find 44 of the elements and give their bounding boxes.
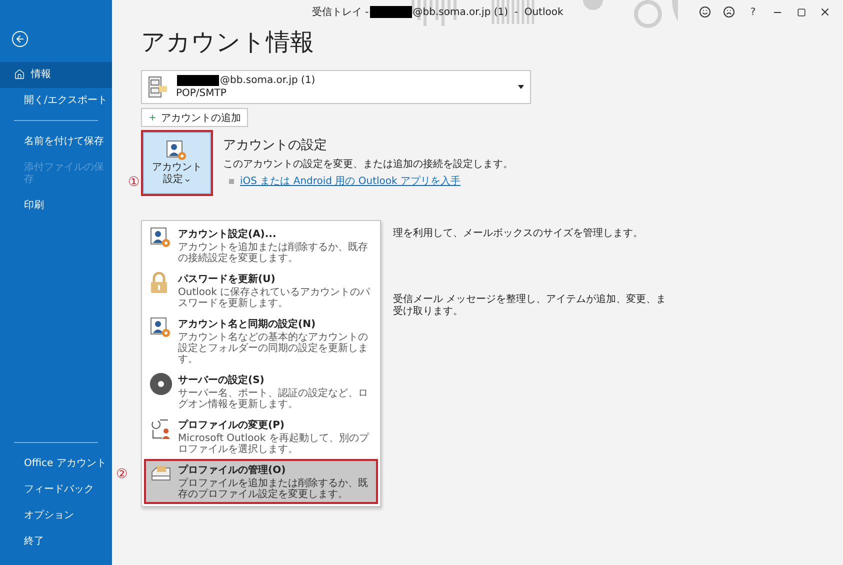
description-text: 理を利用して、メールボックスのサイズを管理します。	[393, 228, 644, 240]
annotation-number: ②	[116, 467, 128, 482]
lock-icon	[150, 272, 168, 294]
account-type: POP/SMTP	[176, 88, 228, 99]
window-title: 受信トレイ -	[312, 6, 369, 19]
account-settings-icon	[150, 317, 172, 339]
sidebar-item[interactable]: 情報	[0, 62, 112, 88]
window-title: @bb.soma.or.jp (1) - Outlook	[412, 6, 564, 18]
page-title: アカウント情報	[141, 27, 315, 58]
bullet-icon	[229, 178, 234, 184]
menu-item[interactable]: アカウント設定(A)... アカウントを追加または削除するか、既存の接続設定を変更します。	[144, 223, 378, 268]
mailbox-icon	[148, 76, 168, 98]
menu-item[interactable]: プロファイルの変更(P) Microsoft Outlook を再起動して、別のプロファイルを選択します。	[144, 414, 378, 459]
menu-item[interactable]: パスワードを更新(U) Outlook に保存されているアカウントのパスワードを更新します。	[144, 268, 378, 313]
add-account-button[interactable]: アカウントの追加	[141, 108, 248, 127]
smile-icon[interactable]	[699, 5, 711, 19]
description-text: 受信メール メッセージを整理し、アイテムが追加、変更、ま	[393, 294, 668, 306]
profile-switch-icon	[150, 418, 172, 440]
help-button[interactable]: ?	[747, 5, 759, 19]
caret-icon	[184, 176, 191, 184]
frown-icon[interactable]	[723, 5, 735, 19]
sidebar-item[interactable]: 開く/エクスポート	[0, 88, 112, 114]
plus-icon	[148, 113, 157, 122]
account-settings-icon	[150, 227, 172, 249]
sidebar-item[interactable]: Office アカウント	[0, 451, 112, 477]
sidebar-item[interactable]: 名前を付けて保存	[0, 129, 112, 155]
app-link[interactable]: iOS または Android 用の Outlook アプリを入手	[240, 174, 460, 188]
description-text: 受け取ります。	[393, 306, 464, 318]
account-settings-button[interactable]: アカウント 設定	[141, 130, 213, 196]
account-dropdown[interactable]: @bb.soma.or.jp (1) POP/SMTP	[141, 70, 531, 104]
home-icon	[14, 69, 25, 80]
sidebar-item[interactable]: フィードバック	[0, 477, 112, 503]
account-address: @bb.soma.or.jp (1)	[220, 75, 316, 86]
annotation-number: ①	[128, 175, 140, 190]
menu-item[interactable]: アカウント名と同期の設定(N) アカウント名などの基本的なアカウントの設定とフォルダーの同期の設定を更新します。	[144, 313, 378, 369]
sidebar-item[interactable]: オプション	[0, 503, 112, 529]
dropdown-caret-icon	[518, 85, 524, 89]
back-button[interactable]	[11, 30, 31, 50]
menu-item[interactable]: サーバーの設定(S) サーバー名、ポート、認証の設定など、ログオン情報を更新します。	[144, 369, 378, 414]
sidebar-item[interactable]: 印刷	[0, 193, 112, 219]
section-heading: アカウントの設定	[223, 137, 328, 154]
sidebar-item[interactable]: 終了	[0, 529, 112, 555]
section-description: このアカウントの設定を変更、または追加の接続を設定します。	[223, 158, 513, 171]
account-settings-icon	[166, 140, 188, 162]
